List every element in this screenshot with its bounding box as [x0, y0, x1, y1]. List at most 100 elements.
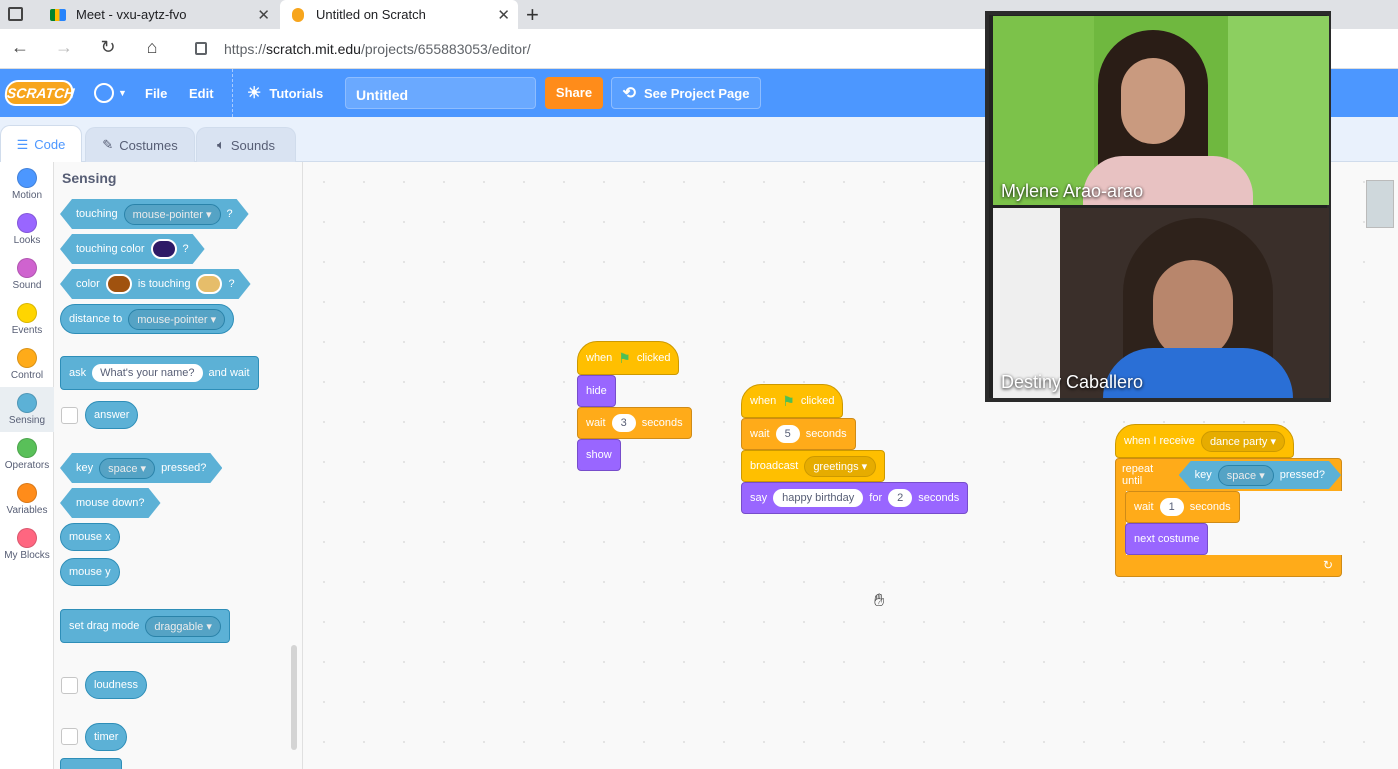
- tab-code[interactable]: ☰ Code: [0, 125, 82, 163]
- loudness-checkbox[interactable]: [61, 677, 78, 694]
- wait-seconds-block[interactable]: wait 1 seconds: [1125, 491, 1240, 523]
- color-swatch[interactable]: [151, 239, 177, 259]
- category-my-blocks[interactable]: My Blocks: [0, 522, 54, 567]
- timer-block[interactable]: timer: [85, 723, 128, 751]
- url-field[interactable]: https://scratch.mit.edu/projects/6558830…: [224, 41, 531, 57]
- say-for-seconds-block[interactable]: say happy birthday for 2 seconds: [741, 482, 969, 514]
- distance-dropdown[interactable]: mouse-pointer ▾: [128, 308, 226, 330]
- close-tab-icon[interactable]: ✕: [257, 6, 270, 24]
- edit-menu[interactable]: Edit: [189, 69, 214, 117]
- meet-icon: [50, 8, 66, 21]
- say-seconds-input[interactable]: 2: [888, 489, 913, 507]
- block-label: distance to: [69, 313, 123, 325]
- reload-icon[interactable]: ↻: [96, 37, 120, 58]
- wait-seconds-input[interactable]: 3: [611, 414, 636, 432]
- category-label: Sensing: [8, 415, 46, 426]
- loop-arrow-icon: ↻: [1322, 558, 1333, 572]
- sprite-thumbnail[interactable]: [1366, 180, 1394, 228]
- share-button[interactable]: Share: [545, 77, 603, 109]
- code-icon: ☰: [16, 136, 29, 152]
- key-pressed-block[interactable]: key space ▾ pressed?: [60, 453, 222, 483]
- answer-block[interactable]: answer: [85, 401, 139, 429]
- show-block[interactable]: show: [577, 439, 621, 471]
- dropdown-value: mouse-pointer: [137, 313, 208, 326]
- wait-seconds-input[interactable]: 1: [1159, 498, 1184, 516]
- dropdown-value: space: [1226, 469, 1257, 482]
- next-costume-block[interactable]: next costume: [1125, 523, 1209, 555]
- close-tab-icon[interactable]: ✕: [497, 6, 510, 24]
- mouse-x-block[interactable]: mouse x: [60, 523, 120, 551]
- partial-block[interactable]: [60, 758, 122, 769]
- participant-name: Destiny Caballero: [1001, 372, 1144, 392]
- brush-icon: ✎: [102, 137, 114, 152]
- category-color-dot: [17, 483, 37, 503]
- tab-costumes[interactable]: ✎ Costumes: [85, 127, 195, 162]
- browser-tab-meet[interactable]: Meet - vxu-aytz-fvo ✕: [38, 0, 278, 29]
- color-swatch[interactable]: [196, 274, 222, 294]
- when-flag-clicked-block[interactable]: when ⚑ clicked: [741, 384, 844, 418]
- loudness-block[interactable]: loudness: [85, 671, 148, 699]
- see-project-page-button[interactable]: ⟲ See Project Page: [611, 77, 761, 109]
- category-events[interactable]: Events: [0, 297, 54, 342]
- timer-checkbox[interactable]: [61, 728, 78, 745]
- forward-icon[interactable]: →: [52, 37, 76, 58]
- key-dropdown[interactable]: space ▾: [1218, 465, 1274, 486]
- hide-block[interactable]: hide: [577, 375, 616, 407]
- lock-icon[interactable]: [195, 42, 207, 55]
- block-label: show: [586, 449, 612, 461]
- tab-sounds[interactable]: 🔈︎ Sounds: [196, 127, 296, 162]
- category-control[interactable]: Control: [0, 342, 54, 387]
- palette-scrollbar[interactable]: [291, 645, 297, 750]
- wait-seconds-block[interactable]: wait 5 seconds: [741, 418, 856, 450]
- answer-checkbox[interactable]: [61, 407, 78, 424]
- category-operators[interactable]: Operators: [0, 432, 54, 477]
- mouse-down-block[interactable]: mouse down?: [60, 488, 161, 518]
- tab-title: Untitled on Scratch: [316, 7, 426, 22]
- category-looks[interactable]: Looks: [0, 207, 54, 252]
- browser-tab-scratch[interactable]: Untitled on Scratch ✕: [280, 0, 518, 29]
- home-icon[interactable]: ⌂: [140, 37, 164, 58]
- ask-and-wait-block[interactable]: ask What's your name? and wait: [60, 356, 259, 390]
- category-sensing[interactable]: Sensing: [0, 387, 54, 432]
- when-i-receive-block[interactable]: when I receive dance party ▾: [1115, 424, 1294, 458]
- category-motion[interactable]: Motion: [0, 162, 54, 207]
- mouse-y-block[interactable]: mouse y: [60, 558, 120, 586]
- touching-dropdown[interactable]: mouse-pointer ▾: [124, 204, 221, 225]
- key-dropdown[interactable]: space ▾: [99, 458, 155, 479]
- category-variables[interactable]: Variables: [0, 477, 54, 522]
- tab-strip-menu-icon[interactable]: [8, 7, 23, 21]
- category-sound[interactable]: Sound: [0, 252, 54, 297]
- block-label: mouse x: [69, 531, 111, 543]
- ask-input[interactable]: What's your name?: [92, 364, 203, 382]
- file-menu[interactable]: File: [145, 69, 167, 117]
- touching-color-block[interactable]: touching color ?: [60, 234, 205, 264]
- receive-dropdown[interactable]: dance party ▾: [1200, 430, 1285, 452]
- tab-title: Meet - vxu-aytz-fvo: [76, 7, 187, 22]
- broadcast-block[interactable]: broadcast greetings ▾: [741, 450, 886, 482]
- see-project-page-label: See Project Page: [643, 85, 750, 101]
- distance-to-block[interactable]: distance to mouse-pointer ▾: [60, 304, 235, 334]
- category-color-dot: [17, 168, 37, 188]
- set-drag-mode-block[interactable]: set drag mode draggable ▾: [60, 609, 230, 643]
- new-tab-button[interactable]: +: [526, 2, 539, 28]
- drag-mode-dropdown[interactable]: draggable ▾: [145, 615, 221, 637]
- tutorials-menu[interactable]: ☀ Tutorials: [232, 69, 323, 117]
- project-title-input[interactable]: Untitled: [345, 77, 536, 109]
- key-pressed-block[interactable]: key space ▾ pressed?: [1179, 461, 1341, 489]
- touching-block[interactable]: touching mouse-pointer ▾ ?: [60, 199, 249, 229]
- wait-seconds-input[interactable]: 5: [775, 425, 800, 443]
- wait-seconds-block[interactable]: wait 3 seconds: [577, 407, 692, 439]
- back-icon[interactable]: ←: [8, 37, 32, 58]
- green-flag-icon: ⚑: [782, 392, 795, 409]
- say-text-input[interactable]: happy birthday: [773, 489, 864, 507]
- category-color-dot: [17, 258, 37, 278]
- when-flag-clicked-block[interactable]: when ⚑ clicked: [577, 341, 680, 375]
- color-swatch[interactable]: [106, 274, 132, 294]
- broadcast-dropdown[interactable]: greetings ▾: [804, 455, 877, 477]
- scratch-logo[interactable]: SCRATCH: [3, 80, 75, 106]
- color-is-touching-block[interactable]: color is touching ?: [60, 269, 251, 299]
- block-label: ?: [226, 208, 233, 220]
- language-menu[interactable]: ▼: [94, 69, 127, 117]
- block-label: seconds: [1189, 501, 1231, 513]
- category-label: Control: [10, 370, 44, 381]
